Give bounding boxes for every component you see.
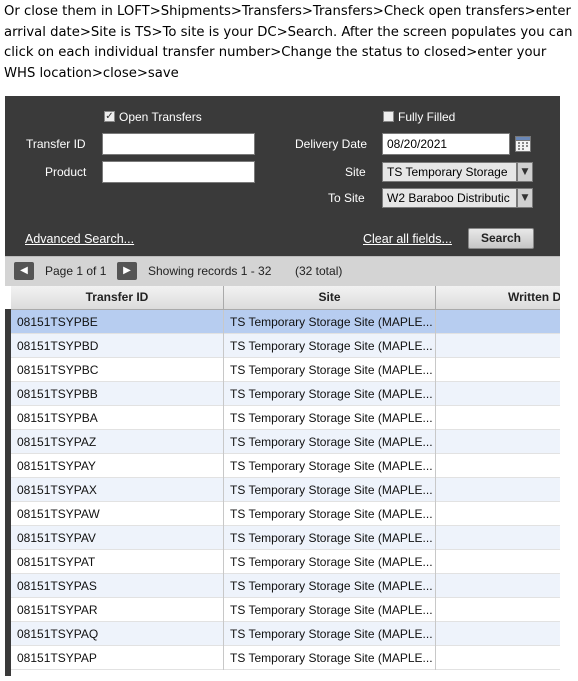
written-date-cell [436, 550, 560, 574]
records-range: Showing records 1 - 32 [148, 264, 272, 278]
site-select[interactable]: TS Temporary Storage [382, 162, 517, 182]
site-cell: TS Temporary Storage Site (MAPLE... [224, 430, 436, 454]
product-input[interactable] [102, 161, 255, 183]
site-cell: TS Temporary Storage Site (MAPLE... [224, 526, 436, 550]
previous-page-icon[interactable]: ◀ [14, 262, 34, 280]
table-row[interactable]: 08151TSYPAT TS Temporary Storage Site (MA… [11, 550, 560, 574]
table-row[interactable]: 08151TSYPAS TS Temporary Storage Site (MA… [11, 574, 560, 598]
site-cell: TS Temporary Storage Site (MAPLE... [224, 574, 436, 598]
fully-filled-label: Fully Filled [398, 110, 456, 124]
table-row[interactable]: 08151TSYPBB TS Temporary Storage Site (MA… [11, 382, 560, 406]
site-cell: TS Temporary Storage Site (MAPLE... [224, 382, 436, 406]
column-header-transfer-id[interactable]: Transfer ID [11, 286, 224, 309]
site-cell: TS Temporary Storage Site (MAPLE... [224, 310, 436, 334]
records-total: (32 total) [295, 264, 343, 278]
site-cell: TS Temporary Storage Site (MAPLE... [224, 334, 436, 358]
table-row[interactable]: 08151TSYPAX TS Temporary Storage Site (MA… [11, 478, 560, 502]
written-date-cell [436, 526, 560, 550]
written-date-cell [436, 358, 560, 382]
instructions-text: Or close them in LOFT>Shipments>Transfer… [4, 4, 573, 81]
table-row[interactable]: 08151TSYPBA TS Temporary Storage Site (MA… [11, 406, 560, 430]
table-header: Transfer ID Site Written D [11, 286, 560, 310]
site-cell: TS Temporary Storage Site (MAPLE... [224, 406, 436, 430]
product-label: Product [45, 165, 87, 179]
transfer-id-cell[interactable]: 08151TSYPAZ [11, 430, 224, 454]
to-site-select[interactable]: W2 Baraboo Distributic [382, 188, 517, 208]
site-cell: TS Temporary Storage Site (MAPLE... [224, 646, 436, 670]
delivery-date-input[interactable]: 08/20/2021 [382, 133, 510, 155]
next-page-icon[interactable]: ▶ [117, 262, 137, 280]
transfer-id-cell[interactable]: 08151TSYPAX [11, 478, 224, 502]
written-date-cell [436, 310, 560, 334]
table-row[interactable]: 08151TSYPAP TS Temporary Storage Site (MA… [11, 646, 560, 670]
transfer-id-cell[interactable]: 08151TSYPAW [11, 502, 224, 526]
site-cell: TS Temporary Storage Site (MAPLE... [224, 598, 436, 622]
transfer-id-cell[interactable]: 08151TSYPAV [11, 526, 224, 550]
site-cell: TS Temporary Storage Site (MAPLE... [224, 358, 436, 382]
table-row[interactable]: 08151TSYPBC TS Temporary Storage Site (MA… [11, 358, 560, 382]
table-row[interactable]: 08151TSYPAQ TS Temporary Storage Site (MA… [11, 622, 560, 646]
calendar-icon[interactable] [515, 135, 531, 152]
site-cell: TS Temporary Storage Site (MAPLE... [224, 550, 436, 574]
table-row[interactable]: 08151TSYPAY TS Temporary Storage Site (MA… [11, 454, 560, 478]
table-row[interactable]: 08151TSYPBD TS Temporary Storage Site (MA… [11, 334, 560, 358]
written-date-cell [436, 382, 560, 406]
pager-bar: ◀ Page 1 of 1 ▶ Showing records 1 - 32 (… [5, 256, 560, 286]
site-label: Site [345, 165, 366, 179]
table-row[interactable]: 08151TSYPAW TS Temporary Storage Site (MA… [11, 502, 560, 526]
site-cell: TS Temporary Storage Site (MAPLE... [224, 454, 436, 478]
written-date-cell [436, 502, 560, 526]
table-row[interactable]: 08151TSYPAZ TS Temporary Storage Site (MA… [11, 430, 560, 454]
transfer-id-cell[interactable]: 08151TSYPBC [11, 358, 224, 382]
page-indicator: Page 1 of 1 [45, 264, 107, 278]
transfer-id-cell[interactable]: 08151TSYPAP [11, 646, 224, 670]
written-date-cell [436, 478, 560, 502]
transfers-table: Transfer ID Site Written D 08151TSYPBE TS… [5, 286, 560, 676]
table-row[interactable]: 08151TSYPBE TS Temporary Storage Site (MA… [11, 310, 560, 334]
transfer-id-input[interactable] [102, 133, 255, 155]
column-header-written-date[interactable]: Written D [436, 286, 560, 309]
transfer-id-cell[interactable]: 08151TSYPBD [11, 334, 224, 358]
written-date-cell [436, 454, 560, 478]
transfer-id-cell[interactable]: 08151TSYPAY [11, 454, 224, 478]
transfer-id-cell[interactable]: 08151TSYPAT [11, 550, 224, 574]
delivery-date-label: Delivery Date [295, 137, 368, 151]
site-cell: TS Temporary Storage Site (MAPLE... [224, 622, 436, 646]
written-date-cell [436, 406, 560, 430]
transfer-id-cell[interactable]: 08151TSYPBB [11, 382, 224, 406]
to-site-dropdown-arrow-icon[interactable]: ▼ [517, 188, 533, 208]
transfer-id-cell[interactable]: 08151TSYPBA [11, 406, 224, 430]
written-date-cell [436, 598, 560, 622]
written-date-cell [436, 430, 560, 454]
table-row[interactable]: 08151TSYPAV TS Temporary Storage Site (MA… [11, 526, 560, 550]
transfer-id-cell[interactable]: 08151TSYPAQ [11, 622, 224, 646]
table-row[interactable]: 08151TSYPAR TS Temporary Storage Site (MA… [11, 598, 560, 622]
open-transfers-checkbox[interactable]: ✓ [104, 111, 115, 122]
transfer-id-cell[interactable]: 08151TSYPAR [11, 598, 224, 622]
site-cell: TS Temporary Storage Site (MAPLE... [224, 502, 436, 526]
transfer-id-label: Transfer ID [26, 137, 86, 151]
site-cell: TS Temporary Storage Site (MAPLE... [224, 478, 436, 502]
column-header-site[interactable]: Site [224, 286, 436, 309]
to-site-label: To Site [328, 191, 365, 205]
transfer-search-panel: ✓ Open Transfers Fully Filled Transfer I… [5, 96, 560, 676]
open-transfers-label: Open Transfers [119, 110, 202, 124]
fully-filled-checkbox[interactable] [383, 111, 394, 122]
written-date-cell [436, 622, 560, 646]
written-date-cell [436, 574, 560, 598]
clear-all-fields-link[interactable]: Clear all fields... [363, 232, 452, 246]
transfer-id-cell[interactable]: 08151TSYPAS [11, 574, 224, 598]
written-date-cell [436, 646, 560, 670]
transfer-id-cell[interactable]: 08151TSYPBE [11, 310, 224, 334]
advanced-search-link[interactable]: Advanced Search... [25, 232, 134, 246]
written-date-cell [436, 334, 560, 358]
site-dropdown-arrow-icon[interactable]: ▼ [517, 162, 533, 182]
search-button[interactable]: Search [468, 228, 534, 249]
